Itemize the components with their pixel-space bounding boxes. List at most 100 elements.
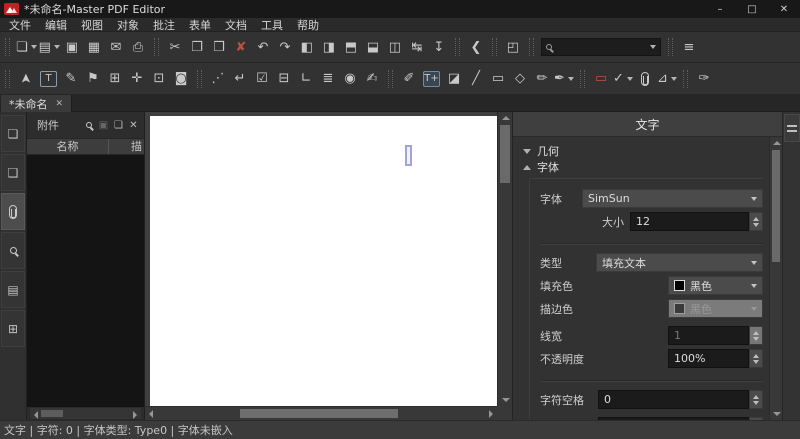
opacity-input[interactable]: 100% [668, 349, 749, 368]
signature-field-tool[interactable]: ✍ [362, 69, 382, 89]
fill-color-select[interactable]: 黑色 [668, 276, 763, 295]
font-family-select[interactable]: SimSun [582, 189, 763, 208]
char-spacing-input[interactable]: 0 [598, 390, 749, 409]
email-button[interactable]: ✉ [106, 37, 126, 57]
fit-screen-button[interactable]: ◰ [503, 37, 523, 57]
panel-vscrollbar[interactable] [769, 137, 782, 420]
edit-document-tool[interactable]: ✎ [61, 69, 81, 89]
image-tool[interactable]: ◪ [444, 69, 464, 89]
form-editor-tool[interactable]: ⊞ [105, 69, 125, 89]
open-document-button[interactable]: ▤ [39, 37, 60, 57]
select-tool[interactable]: ➤ [16, 69, 36, 89]
scrollbar-thumb[interactable] [500, 125, 510, 183]
scroll-down-icon[interactable] [502, 398, 510, 402]
add-attachment-icon[interactable]: ❏ [111, 118, 126, 133]
edit-text-tool[interactable]: T [40, 71, 57, 87]
signature-tab-icon[interactable]: ⊞ [1, 310, 25, 347]
save-button[interactable]: ▣ [62, 37, 82, 57]
scrollbar-thumb[interactable] [41, 410, 63, 417]
pencil-tool[interactable]: ✏ [532, 69, 552, 89]
section-geometry[interactable]: 几何 [523, 143, 763, 159]
align-center-button[interactable]: ◫ [385, 37, 405, 57]
search-input[interactable] [552, 41, 647, 54]
enter-field-tool[interactable]: ↵ [230, 69, 250, 89]
distribute-button[interactable]: ↹ [407, 37, 427, 57]
scroll-up-icon[interactable] [773, 141, 781, 145]
print-button[interactable]: ⎙ [128, 37, 148, 57]
add-text-tool[interactable]: T+ [423, 71, 440, 87]
search-attachments-icon[interactable] [81, 118, 96, 133]
render-type-select[interactable]: 填充文本 [596, 253, 763, 272]
save-attachment-icon[interactable]: ▣ [96, 118, 111, 133]
snapshot-tool[interactable]: ◙ [171, 69, 191, 89]
menu-help[interactable]: 帮助 [290, 17, 326, 33]
opacity-stepper[interactable] [749, 349, 763, 368]
scroll-down-icon[interactable] [773, 412, 781, 416]
font-size-stepper[interactable] [749, 212, 763, 231]
document-tab[interactable]: *未命名 ✕ [1, 95, 72, 112]
check-annotation-tool[interactable]: ✓ [613, 69, 633, 89]
menu-document[interactable]: 文档 [218, 17, 254, 33]
properties-dock-button[interactable] [784, 114, 800, 142]
copy-button[interactable]: ❐ [187, 37, 207, 57]
menu-object[interactable]: 对象 [110, 17, 146, 33]
section-font[interactable]: 字体 [523, 159, 763, 175]
canvas-vscrollbar[interactable] [497, 112, 512, 406]
column-name[interactable]: 名称 [27, 139, 109, 154]
send-backward-button[interactable]: ↧ [429, 37, 449, 57]
column-description[interactable]: 描 [109, 139, 144, 154]
pdf-page[interactable] [150, 116, 497, 406]
scrollbar-thumb[interactable] [240, 409, 398, 418]
overflow-menu-button[interactable]: ≡ [679, 37, 699, 57]
char-spacing-stepper[interactable] [749, 390, 763, 409]
minimize-button[interactable]: – [705, 1, 735, 17]
radio-field-tool[interactable]: ◉ [340, 69, 360, 89]
highlighter-tool[interactable]: ⊿ [657, 69, 677, 89]
stamp-tool[interactable]: ✑ [694, 69, 714, 89]
scrollbar-thumb[interactable] [772, 150, 780, 262]
align-top-button[interactable]: ⬒ [341, 37, 361, 57]
bookmarks-tab-icon[interactable]: ❑ [1, 154, 25, 191]
thumbnails-tab-icon[interactable]: ❏ [1, 115, 25, 152]
undo-button[interactable]: ↶ [253, 37, 273, 57]
hand-tool[interactable]: ✛ [127, 69, 147, 89]
menu-view[interactable]: 视图 [74, 17, 110, 33]
attachments-list[interactable] [27, 155, 144, 407]
tab-close-icon[interactable]: ✕ [56, 99, 64, 109]
close-button[interactable]: ✕ [769, 1, 799, 17]
cut-button[interactable]: ✂ [165, 37, 185, 57]
close-panel-icon[interactable]: ✕ [126, 118, 141, 133]
attachments-hscrollbar[interactable] [29, 407, 142, 420]
line-tool[interactable]: ╱ [466, 69, 486, 89]
save-as-button[interactable]: ▦ [84, 37, 104, 57]
polygon-tool[interactable]: ◇ [510, 69, 530, 89]
text-note-tool[interactable]: ✐ [399, 69, 419, 89]
font-size-input[interactable]: 12 [630, 212, 749, 231]
scroll-right-icon[interactable] [489, 410, 493, 418]
goto-tool[interactable]: ⚑ [83, 69, 103, 89]
align-right-button[interactable]: ◨ [319, 37, 339, 57]
new-document-button[interactable]: ❏ [16, 37, 37, 57]
delete-button[interactable]: ✘ [231, 37, 251, 57]
menu-annotate[interactable]: 批注 [146, 17, 182, 33]
checkbox-field-tool[interactable]: ☑ [252, 69, 272, 89]
align-left-button[interactable]: ◧ [297, 37, 317, 57]
canvas-hscrollbar[interactable] [145, 406, 497, 420]
paste-button[interactable]: ❒ [209, 37, 229, 57]
menu-tools[interactable]: 工具 [254, 17, 290, 33]
search-tab-icon[interactable] [1, 232, 25, 269]
link-tool[interactable]: ⋰ [208, 69, 228, 89]
pen-tool[interactable]: ✒ [554, 69, 574, 89]
align-bottom-button[interactable]: ⬓ [363, 37, 383, 57]
attachments-tab-icon[interactable] [1, 193, 25, 230]
menu-file[interactable]: 文件 [2, 17, 38, 33]
scroll-left-icon[interactable] [34, 411, 38, 419]
attach-file-tool[interactable] [635, 69, 655, 89]
menu-form[interactable]: 表单 [182, 17, 218, 33]
maximize-button[interactable]: □ [737, 1, 767, 17]
redo-button[interactable]: ↷ [275, 37, 295, 57]
crop-tool[interactable]: ⊡ [149, 69, 169, 89]
rectangle-tool[interactable]: ▭ [488, 69, 508, 89]
text-field-tool[interactable]: ∟ [296, 69, 316, 89]
scroll-right-icon[interactable] [133, 411, 137, 419]
